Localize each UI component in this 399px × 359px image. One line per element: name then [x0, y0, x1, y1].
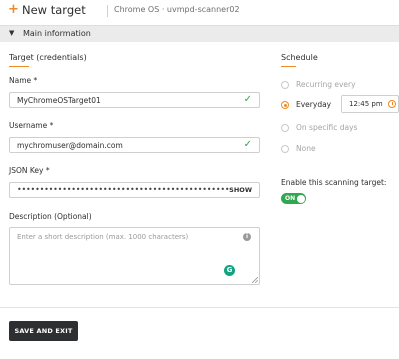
- description-label: Description (Optional): [9, 212, 92, 221]
- check-icon: ✓: [243, 94, 252, 105]
- check-icon: ✓: [243, 139, 252, 150]
- schedule-option-label: On specific days: [296, 123, 358, 132]
- json-key-field[interactable]: ••••••••••••••••••••••••••••••••••••••••…: [9, 182, 260, 198]
- breadcrumb: Chrome OS · uvmpd-scanner02: [114, 5, 240, 14]
- info-icon[interactable]: i: [243, 233, 251, 241]
- time-input[interactable]: 12:45 pm: [341, 95, 399, 113]
- json-key-label: JSON Key *: [9, 166, 50, 175]
- clock-icon[interactable]: [388, 100, 396, 108]
- page-title: New target: [22, 3, 86, 17]
- schedule-option-recurring[interactable]: Recurring every: [281, 79, 356, 91]
- credentials-heading: Target (credentials): [9, 53, 87, 62]
- radio-button[interactable]: [281, 124, 289, 132]
- footer-divider: [0, 307, 399, 308]
- radio-button[interactable]: [281, 145, 289, 153]
- time-value: 12:45 pm: [349, 100, 383, 108]
- schedule-option-none[interactable]: None: [281, 143, 316, 155]
- toggle-knob: [296, 194, 305, 203]
- chevron-down-icon[interactable]: ▼: [9, 29, 14, 37]
- radio-button-selected[interactable]: [281, 101, 289, 109]
- resize-handle-icon[interactable]: [252, 277, 258, 283]
- header-divider: [107, 5, 108, 17]
- section-title: Main information: [23, 29, 91, 38]
- description-placeholder: Enter a short description (max. 1000 cha…: [17, 233, 189, 241]
- username-label: Username *: [9, 121, 54, 130]
- save-and-exit-button[interactable]: SAVE AND EXIT: [9, 321, 78, 341]
- grammarly-icon[interactable]: G: [224, 265, 235, 276]
- plus-icon: +: [8, 2, 19, 17]
- schedule-option-specific-days[interactable]: On specific days: [281, 122, 357, 134]
- show-key-button[interactable]: SHOW: [229, 186, 252, 194]
- schedule-option-label: Recurring every: [296, 80, 356, 89]
- schedule-heading-underline: [281, 66, 296, 67]
- schedule-option-everyday[interactable]: Everyday: [281, 99, 331, 111]
- enable-target-toggle[interactable]: ON: [281, 193, 306, 204]
- section-header-main-information[interactable]: ▼ Main information: [0, 25, 399, 42]
- credentials-heading-underline: [9, 66, 29, 67]
- username-value: mychromuser@domain.com: [17, 141, 123, 150]
- toggle-state-text: ON: [285, 194, 296, 202]
- json-key-value: ••••••••••••••••••••••••••••••••••••••••…: [17, 185, 229, 194]
- description-textarea[interactable]: Enter a short description (max. 1000 cha…: [9, 227, 260, 285]
- schedule-option-label: None: [296, 144, 316, 153]
- name-label: Name *: [9, 76, 38, 85]
- username-field[interactable]: mychromuser@domain.com ✓: [9, 137, 260, 153]
- schedule-option-label: Everyday: [296, 100, 332, 109]
- name-field[interactable]: MyChromeOSTarget01 ✓: [9, 92, 260, 108]
- name-value: MyChromeOSTarget01: [17, 96, 101, 105]
- enable-target-label: Enable this scanning target:: [281, 178, 387, 187]
- page-header: + New target Chrome OS · uvmpd-scanner02: [0, 0, 399, 22]
- radio-button[interactable]: [281, 81, 289, 89]
- schedule-heading: Schedule: [281, 53, 318, 62]
